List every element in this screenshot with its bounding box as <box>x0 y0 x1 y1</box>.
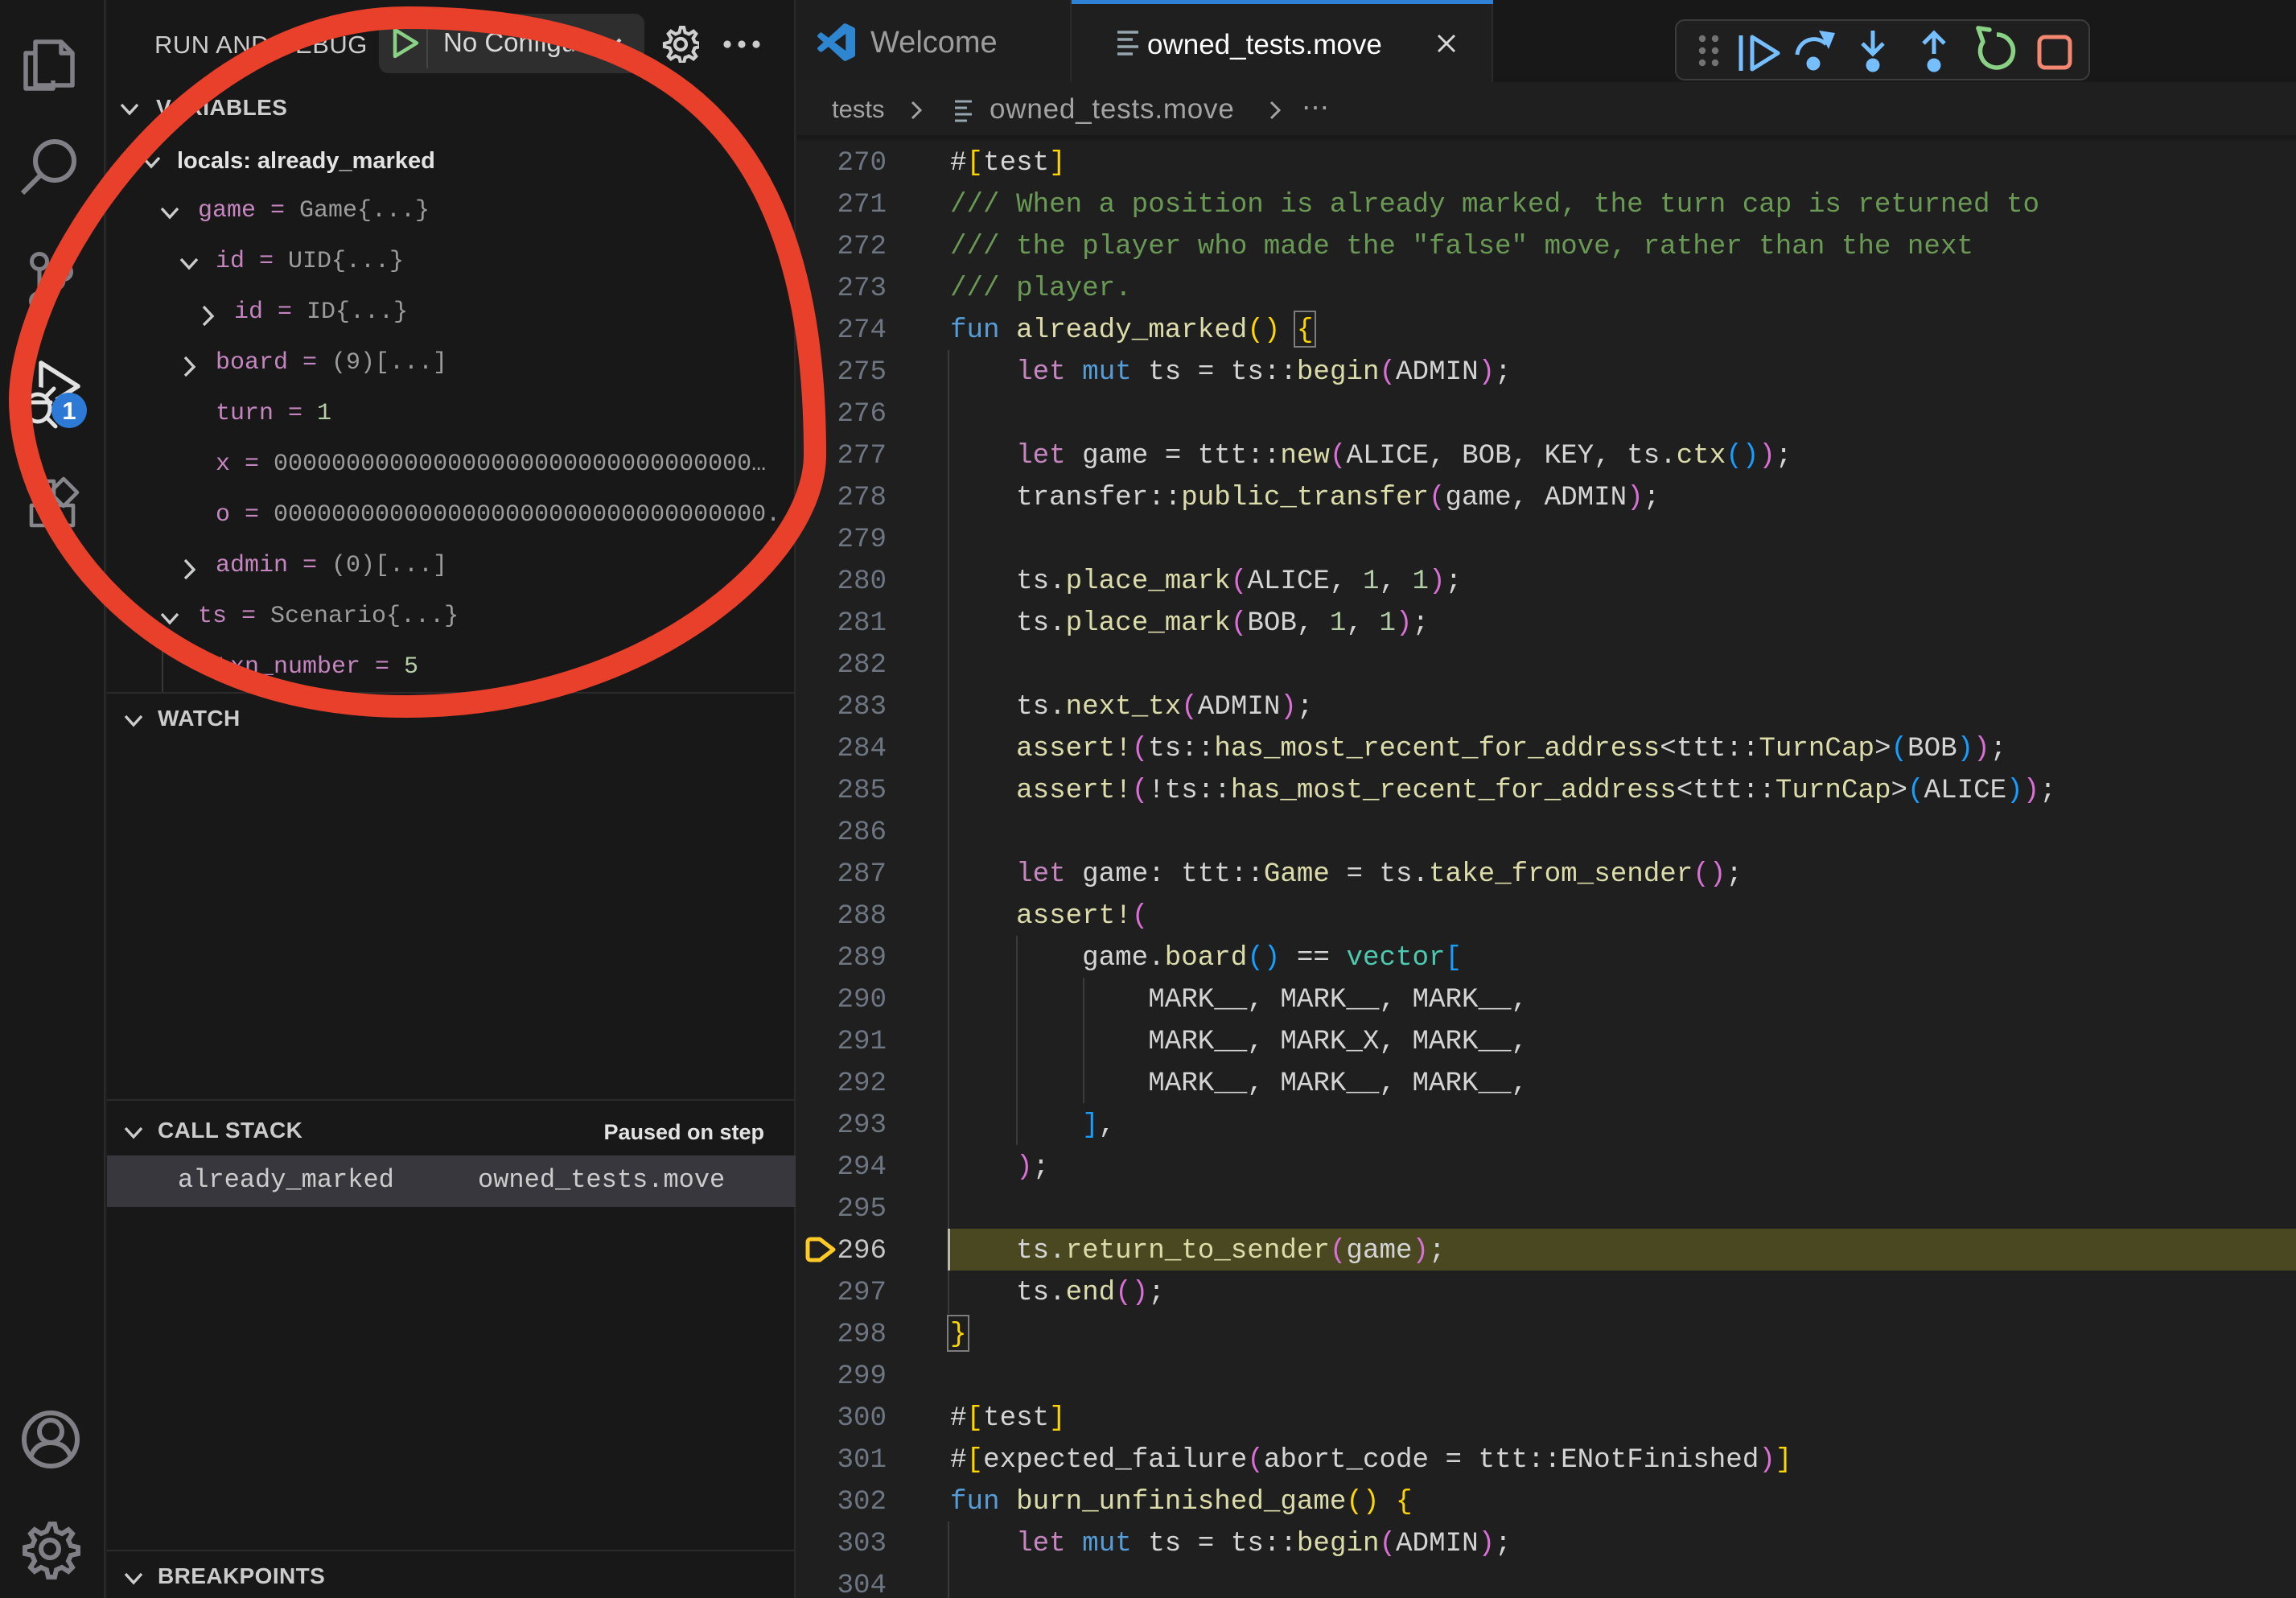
svg-text:1: 1 <box>62 397 76 425</box>
